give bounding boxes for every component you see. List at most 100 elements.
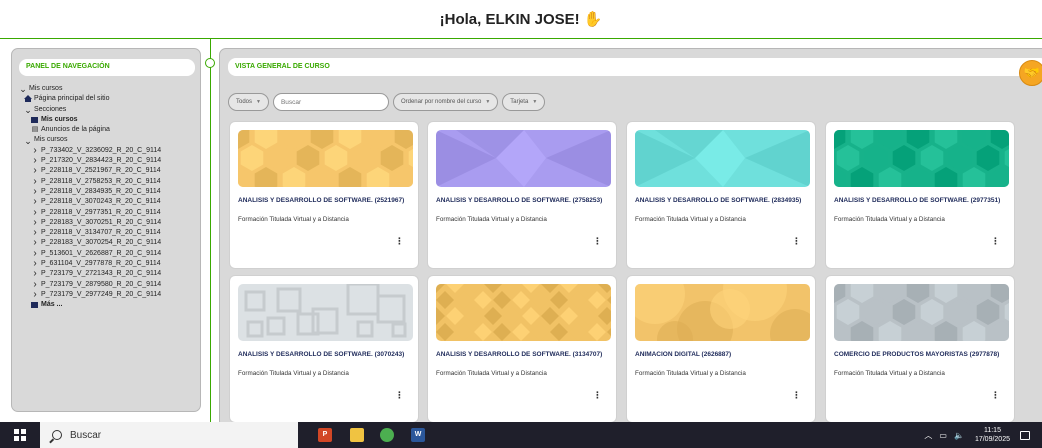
- forum-icon: ▤: [31, 126, 39, 134]
- course-card[interactable]: ANALISIS Y DESARROLLO DE SOFTWARE. (2758…: [427, 121, 617, 269]
- course-card-title[interactable]: ANALISIS Y DESARROLLO DE SOFTWARE. (3134…: [436, 350, 611, 360]
- course-search-input[interactable]: [272, 93, 389, 111]
- course-card[interactable]: ANALISIS Y DESARROLLO DE SOFTWARE. (3070…: [229, 275, 419, 423]
- chevron-up-icon[interactable]: ︿: [924, 430, 932, 441]
- page-greeting: ¡Hola, ELKIN JOSE! ✋: [0, 10, 1042, 28]
- course-card[interactable]: ANALISIS Y DESARROLLO DE SOFTWARE. (2521…: [229, 121, 419, 269]
- battery-icon[interactable]: ▭: [939, 431, 947, 440]
- chevron-down-icon: ⌄: [24, 135, 32, 146]
- course-card-title[interactable]: ANALISIS Y DESARROLLO DE SOFTWARE. (2758…: [436, 196, 611, 206]
- nav-tree-item[interactable]: › P_228183_V_3070254_R_20_C_9114: [19, 238, 199, 249]
- chevron-down-icon: ▼: [532, 99, 538, 105]
- course-card-image[interactable]: [238, 130, 413, 187]
- more-options-icon[interactable]: ⋮: [991, 237, 1000, 246]
- taskbar-search-box[interactable]: Buscar: [40, 422, 298, 448]
- course-card-image[interactable]: [238, 284, 413, 341]
- course-card-category: Formación Titulada Virtual y a Distancia: [635, 216, 746, 223]
- course-card[interactable]: ANALISIS Y DESARROLLO DE SOFTWARE. (2834…: [626, 121, 816, 269]
- nav-tree-item[interactable]: › P_733402_V_3236092_R_20_C_9114: [19, 145, 199, 156]
- nav-tree-label: P_723179_V_2879580_R_20_C_9114: [41, 280, 162, 288]
- nav-tree-item[interactable]: Página principal del sitio: [19, 94, 199, 104]
- powerpoint-icon[interactable]: P: [318, 428, 332, 442]
- nav-tree-item[interactable]: › P_228118_V_2834935_R_20_C_9114: [19, 186, 199, 197]
- timeline-divider: [210, 38, 211, 422]
- course-card-title[interactable]: ANALISIS Y DESARROLLO DE SOFTWARE. (2834…: [635, 196, 810, 206]
- square-icon: [31, 302, 38, 309]
- chrome-icon[interactable]: [380, 428, 394, 442]
- course-card-image[interactable]: [436, 284, 611, 341]
- nav-tree-item[interactable]: ⌄ Mis cursos: [19, 84, 199, 94]
- navigation-panel: PANEL DE NAVEGACIÓN ⌄ Mis cursos Página pr…: [11, 48, 201, 412]
- view-mode-dropdown[interactable]: Tarjeta ▼: [502, 93, 546, 111]
- status-filter-dropdown[interactable]: Todos ▼: [228, 93, 269, 111]
- nav-tree-item[interactable]: › P_513601_V_2626887_R_20_C_9114: [19, 248, 199, 259]
- nav-tree-label: Más ...: [41, 301, 63, 309]
- nav-tree-label: P_228118_V_3134707_R_20_C_9114: [41, 229, 161, 237]
- nav-tree-item[interactable]: › P_228118_V_3134707_R_20_C_9114: [19, 227, 199, 238]
- word-icon[interactable]: W: [411, 428, 425, 442]
- course-card-title[interactable]: ANALISIS Y DESARROLLO DE SOFTWARE. (2977…: [834, 196, 1009, 206]
- course-card-category: Formación Titulada Virtual y a Distancia: [436, 370, 547, 377]
- course-card-category: Formación Titulada Virtual y a Distancia: [635, 370, 746, 377]
- nav-tree-label: Mis cursos: [29, 85, 63, 92]
- more-options-icon[interactable]: ⋮: [792, 237, 801, 246]
- nav-tree-item[interactable]: › P_228118_V_2977351_R_20_C_9114: [19, 207, 199, 218]
- course-overview-panel: VISTA GENERAL DE CURSO Todos▼ Ordenar po…: [219, 48, 1042, 428]
- nav-tree-label: P_228118_V_2977351_R_20_C_9114: [41, 208, 161, 216]
- more-options-icon[interactable]: ⋮: [991, 391, 1000, 400]
- nav-tree-label: P_228118_V_3070243_R_20_C_9114: [41, 198, 161, 206]
- notification-icon[interactable]: [1020, 430, 1030, 440]
- course-card-image[interactable]: [635, 130, 810, 187]
- home-icon: [24, 95, 32, 103]
- course-card[interactable]: COMERCIO DE PRODUCTOS MAYORISTAS (297787…: [825, 275, 1015, 423]
- course-card-category: Formación Titulada Virtual y a Distancia: [834, 370, 945, 377]
- course-card-image[interactable]: [834, 284, 1009, 341]
- nav-tree-item[interactable]: › P_228118_V_2521967_R_20_C_9114: [19, 166, 199, 177]
- course-card-image[interactable]: [834, 130, 1009, 187]
- course-card-title[interactable]: ANIMACION DIGITAL (2626887): [635, 350, 810, 360]
- nav-tree-item[interactable]: › P_723179_V_2721343_R_20_C_9114: [19, 269, 199, 280]
- course-card[interactable]: ANALISIS Y DESARROLLO DE SOFTWARE. (2977…: [825, 121, 1015, 269]
- more-options-icon[interactable]: ⋮: [395, 391, 404, 400]
- course-card-title[interactable]: COMERCIO DE PRODUCTOS MAYORISTAS (297787…: [834, 350, 1009, 360]
- windows-start-icon[interactable]: [14, 429, 26, 441]
- nav-tree-item[interactable]: › P_228183_V_3070251_R_20_C_9114: [19, 217, 199, 228]
- more-options-icon[interactable]: ⋮: [593, 391, 602, 400]
- file-explorer-icon[interactable]: [350, 428, 364, 442]
- course-card-image[interactable]: [635, 284, 810, 341]
- system-clock[interactable]: 11:15 17/09/2025: [975, 426, 1010, 444]
- clock-date: 17/09/2025: [974, 436, 1010, 443]
- course-card[interactable]: ANALISIS Y DESARROLLO DE SOFTWARE. (3134…: [427, 275, 617, 423]
- more-options-icon[interactable]: ⋮: [593, 237, 602, 246]
- nav-tree-item[interactable]: Más ...: [19, 300, 199, 310]
- nav-tree-item[interactable]: › P_723179_V_2879580_R_20_C_9114: [19, 279, 199, 290]
- taskbar-search-label: Buscar: [70, 429, 102, 441]
- nav-tree-item[interactable]: › P_217320_V_2834423_R_20_C_9114: [19, 155, 199, 166]
- course-card-category: Formación Titulada Virtual y a Distancia: [436, 216, 547, 223]
- nav-tree-label: P_228183_V_3070254_R_20_C_9114: [41, 239, 162, 247]
- nav-tree-label: Mis cursos: [34, 136, 68, 144]
- nav-tree-item[interactable]: Mis cursos: [19, 115, 199, 125]
- nav-tree-item[interactable]: ⌄ Secciones: [19, 105, 199, 115]
- nav-tree-item[interactable]: ▤ Anuncios de la página: [19, 125, 199, 135]
- nav-tree-item[interactable]: ⌄ Mis cursos: [19, 135, 199, 145]
- speaker-icon[interactable]: 🔈: [954, 431, 964, 440]
- nav-tree-label: Secciones: [34, 105, 67, 113]
- nav-tree-item[interactable]: › P_228118_V_2758253_R_20_C_9114: [19, 176, 199, 187]
- more-options-icon[interactable]: ⋮: [395, 237, 404, 246]
- nav-tree-label: Anuncios de la página: [41, 126, 110, 134]
- timeline-dot: [205, 58, 215, 68]
- course-card-title[interactable]: ANALISIS Y DESARROLLO DE SOFTWARE. (2521…: [238, 196, 413, 206]
- handshake-icon[interactable]: 🤝: [1019, 60, 1042, 86]
- system-tray: ︿ ▭ 🔈 11:15 17/09/2025: [924, 422, 1042, 448]
- sort-dropdown[interactable]: Ordenar por nombre del curso ▼: [392, 93, 499, 111]
- course-card[interactable]: ANIMACION DIGITAL (2626887) Formación Tit…: [626, 275, 816, 423]
- nav-tree-label: P_228118_V_2521967_R_20_C_9114: [41, 167, 161, 175]
- chevron-down-icon: ⌄: [19, 84, 27, 95]
- nav-tree-item[interactable]: › P_228118_V_3070243_R_20_C_9114: [19, 196, 199, 207]
- course-card-title[interactable]: ANALISIS Y DESARROLLO DE SOFTWARE. (3070…: [238, 350, 413, 360]
- nav-tree-item[interactable]: › P_631104_V_2977878_R_20_C_9114: [19, 258, 199, 269]
- nav-tree-item[interactable]: › P_723179_V_2977249_R_20_C_9114: [19, 289, 199, 300]
- more-options-icon[interactable]: ⋮: [792, 391, 801, 400]
- course-card-image[interactable]: [436, 130, 611, 187]
